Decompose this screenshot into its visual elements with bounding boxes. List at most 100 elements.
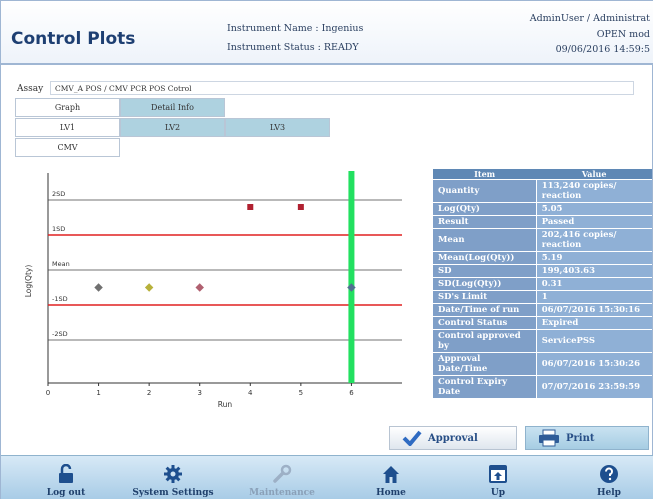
header: Control Plots Instrument Name : Ingenius… bbox=[1, 1, 653, 65]
table-cell-item: Mean(Log(Qty)) bbox=[433, 251, 537, 265]
control-plots-screen: Control Plots Instrument Name : Ingenius… bbox=[0, 0, 653, 499]
approval-label: Approval bbox=[428, 432, 478, 444]
assay-field: CMV_A POS / CMV PCR POS Cotrol bbox=[50, 81, 634, 95]
data-point bbox=[94, 283, 103, 292]
tab-lv2[interactable]: LV2 bbox=[120, 118, 225, 137]
home-icon bbox=[381, 462, 401, 486]
current-datetime: 09/06/2016 14:59:5 bbox=[555, 44, 650, 55]
table-cell-item: Control approved by bbox=[433, 329, 537, 353]
checkmark-icon bbox=[402, 430, 422, 446]
logout-label: Log out bbox=[46, 488, 86, 498]
system-settings-label: System Settings bbox=[132, 488, 214, 498]
up-arrow-icon bbox=[488, 462, 508, 486]
table-row: SD(Log(Qty)) 0.31 bbox=[433, 277, 652, 291]
data-point bbox=[247, 204, 254, 210]
x-tick-label: 2 bbox=[147, 389, 151, 397]
y-axis-label: Log(Qty) bbox=[24, 265, 33, 298]
x-tick-label: 6 bbox=[349, 389, 354, 397]
table-cell-value: 1 bbox=[535, 290, 652, 304]
home-button[interactable]: Home bbox=[346, 456, 436, 499]
table-cell-item: Log(Qty) bbox=[433, 202, 537, 216]
maintenance-label: Maintenance bbox=[249, 488, 315, 498]
table-cell-value: 199,403.63 bbox=[535, 264, 652, 278]
x-tick-label: 3 bbox=[197, 389, 201, 397]
x-tick-label: 1 bbox=[96, 389, 100, 397]
table-cell-item: Approval Date/Time bbox=[433, 352, 537, 376]
tab-graph[interactable]: Graph bbox=[15, 98, 120, 117]
approval-button[interactable]: Approval bbox=[389, 426, 517, 450]
instrument-status: Instrument Status : READY bbox=[227, 42, 359, 53]
table-header-item: Item bbox=[433, 169, 537, 180]
data-point bbox=[144, 283, 154, 292]
table-row: Date/Time of run 06/07/2016 15:30:16 bbox=[433, 303, 652, 317]
control-chart: 2SD 1SD Mean -1SD -2SD Log(Qty) 0 1 2 3 4 5 6 Run bbox=[15, 163, 427, 419]
padlock-icon bbox=[58, 462, 74, 486]
table-cell-item: Date/Time of run bbox=[433, 303, 537, 317]
up-button[interactable]: Up bbox=[453, 456, 543, 499]
assay-label: Assay bbox=[17, 84, 44, 94]
detail-table-body: Quantity 113,240 copies/ reaction Log(Qty)… bbox=[433, 179, 652, 398]
table-cell-item: Result bbox=[433, 215, 537, 229]
table-cell-item: Control Expiry Date bbox=[433, 375, 537, 398]
table-cell-value: Expired bbox=[535, 316, 652, 330]
table-row: Control Expiry Date 07/07/2016 23:59:59 bbox=[433, 375, 652, 398]
level-label: 1SD bbox=[52, 225, 65, 233]
table-cell-item: Quantity bbox=[433, 179, 537, 203]
user-role: AdminUser / Administrat bbox=[529, 13, 650, 24]
x-tick-label: 5 bbox=[299, 389, 303, 397]
instrument-name: Instrument Name : Ingenius bbox=[227, 23, 364, 34]
table-row: Log(Qty) 5.05 bbox=[433, 202, 652, 216]
table-row: Mean 202,416 copies/ reaction bbox=[433, 228, 652, 252]
level-label: Mean bbox=[52, 260, 70, 268]
table-cell-value: 06/07/2016 15:30:26 bbox=[535, 352, 652, 376]
level-label: 2SD bbox=[52, 190, 65, 198]
help-label: Help bbox=[597, 488, 621, 498]
table-row: Quantity 113,240 copies/ reaction bbox=[433, 179, 652, 203]
level-label: -1SD bbox=[52, 295, 68, 303]
table-cell-item: SD(Log(Qty)) bbox=[433, 277, 537, 291]
table-header-value: Value bbox=[536, 169, 652, 180]
data-point bbox=[297, 204, 304, 210]
table-cell-item: SD's Limit bbox=[433, 290, 537, 304]
home-label: Home bbox=[376, 488, 406, 498]
selected-run-highlight bbox=[348, 171, 355, 383]
table-row: Control approved by ServicePSS bbox=[433, 329, 652, 353]
table-row: SD's Limit 1 bbox=[433, 290, 652, 304]
table-cell-value: 5.19 bbox=[535, 251, 652, 265]
table-row: Mean(Log(Qty)) 5.19 bbox=[433, 251, 652, 265]
table-cell-value: 5.05 bbox=[535, 202, 652, 216]
footer-nav: Log out System Settings Maintenance Home… bbox=[1, 455, 653, 499]
wrench-icon bbox=[272, 462, 292, 486]
gear-icon bbox=[163, 462, 183, 486]
help-icon bbox=[599, 462, 619, 486]
tab-lv1[interactable]: LV1 bbox=[15, 118, 120, 137]
tab-cmv[interactable]: CMV bbox=[15, 138, 120, 157]
table-cell-value: Passed bbox=[535, 215, 652, 229]
detail-table: Item Value Quantity 113,240 copies/ react… bbox=[433, 169, 652, 398]
table-row: SD 199,403.63 bbox=[433, 264, 652, 278]
printer-icon bbox=[538, 429, 560, 447]
table-cell-item: Mean bbox=[433, 228, 537, 252]
table-cell-item: Control Status bbox=[433, 316, 537, 330]
control-chart-svg: 2SD 1SD Mean -1SD -2SD Log(Qty) 0 1 2 3 4 5 6 Run bbox=[24, 171, 402, 409]
x-tick-label: 4 bbox=[248, 389, 253, 397]
page-title: Control Plots bbox=[11, 29, 136, 49]
data-point bbox=[195, 283, 204, 292]
print-button[interactable]: Print bbox=[525, 426, 649, 450]
mode-indicator: OPEN mod bbox=[596, 29, 650, 40]
table-row: Control Status Expired bbox=[433, 316, 652, 330]
x-axis-label: Run bbox=[218, 400, 233, 409]
table-cell-item: SD bbox=[433, 264, 537, 278]
level-label: -2SD bbox=[52, 330, 68, 338]
table-row: Result Passed bbox=[433, 215, 652, 229]
system-settings-button[interactable]: System Settings bbox=[128, 456, 218, 499]
help-button[interactable]: Help bbox=[564, 456, 653, 499]
tab-detail-info[interactable]: Detail Info bbox=[120, 98, 225, 117]
x-tick-label: 0 bbox=[46, 389, 50, 397]
up-label: Up bbox=[490, 488, 506, 498]
maintenance-button[interactable]: Maintenance bbox=[237, 456, 327, 499]
tab-lv3[interactable]: LV3 bbox=[225, 118, 330, 137]
logout-button[interactable]: Log out bbox=[21, 456, 111, 499]
table-cell-value: 0.31 bbox=[535, 277, 652, 291]
table-cell-value: 202,416 copies/ reaction bbox=[535, 228, 652, 252]
